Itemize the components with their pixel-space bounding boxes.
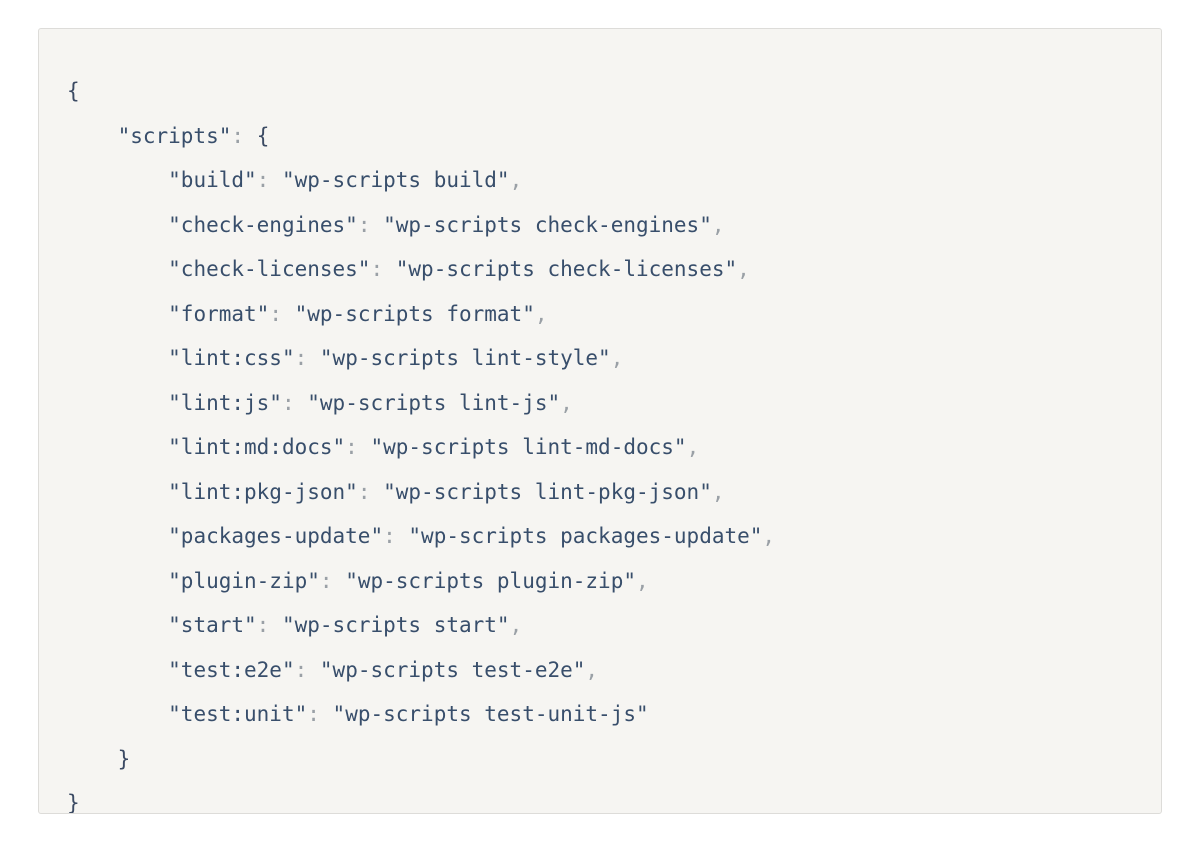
script-key: "lint:css" [168,346,294,370]
script-value: "wp-scripts test-unit-js" [333,702,649,726]
script-key: "lint:pkg-json" [168,480,358,504]
script-key: "check-licenses" [168,257,370,281]
script-key: "check-engines" [168,213,358,237]
script-value: "wp-scripts build" [282,168,510,192]
script-value: "wp-scripts lint-pkg-json" [383,480,712,504]
code-block: { "scripts": { "build": "wp-scripts buil… [38,28,1162,814]
script-key: "lint:md:docs" [168,435,345,459]
script-value: "wp-scripts plugin-zip" [345,569,636,593]
script-key: "packages-update" [168,524,383,548]
script-value: "wp-scripts packages-update" [408,524,762,548]
script-key: "format" [168,302,269,326]
script-key: "lint:js" [168,391,282,415]
script-key: "test:unit" [168,702,307,726]
script-key: "test:e2e" [168,658,294,682]
script-key: "plugin-zip" [168,569,320,593]
script-key: "start" [168,613,257,637]
script-value: "wp-scripts start" [282,613,510,637]
script-key: "build" [168,168,257,192]
script-value: "wp-scripts lint-style" [320,346,611,370]
script-value: "wp-scripts check-engines" [383,213,712,237]
script-value: "wp-scripts lint-js" [307,391,560,415]
script-value: "wp-scripts test-e2e" [320,658,586,682]
code-content: { "scripts": { "build": "wp-scripts buil… [67,69,1133,814]
script-value: "wp-scripts lint-md-docs" [370,435,686,459]
script-value: "wp-scripts format" [295,302,535,326]
script-value: "wp-scripts check-licenses" [396,257,737,281]
